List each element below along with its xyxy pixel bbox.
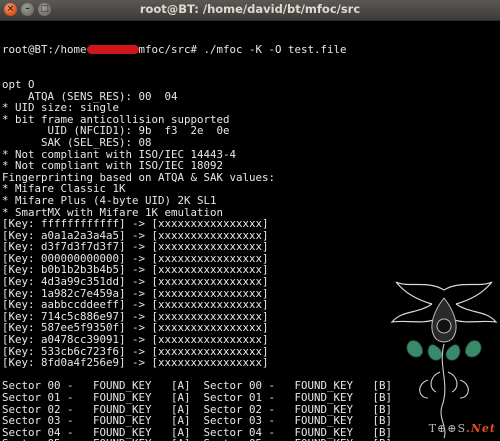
watermark-text: T⊕⊕S — [428, 422, 467, 435]
terminal-line: [Key: ffffffffffff] -> [xxxxxxxxxxxxxxxx… — [2, 217, 269, 231]
terminal-window: × – □ root@BT: /home/david/bt/mfoc/src r… — [0, 0, 500, 441]
terminal-line: * UID size: single — [2, 101, 120, 115]
title-bar[interactable]: × – □ root@BT: /home/david/bt/mfoc/src — [0, 0, 500, 21]
command-prompt-line: root@BT:/home mfoc/src# ./mfoc -K -O test… — [2, 44, 500, 56]
window-title: root@BT: /home/david/bt/mfoc/src — [139, 2, 361, 16]
prompt-prefix: root@BT:/home — [2, 43, 87, 57]
tattoo-decoration-image — [390, 281, 498, 439]
prompt-command: mfoc/src# ./mfoc -K -O test.file — [138, 43, 347, 57]
terminal-line: opt O — [2, 77, 35, 91]
terminal-line: SAK (SEL_RES): 08 — [2, 135, 152, 149]
redaction-mark — [86, 45, 139, 55]
watermark-logo: T⊕⊕S.Net — [429, 422, 496, 435]
terminal-line: * Mifare Plus (4-byte UID) 2K SL1 — [2, 193, 217, 207]
terminal-line: * Not compliant with ISO/IEC 18092 — [2, 159, 224, 173]
watermark-net: .Net — [466, 422, 496, 435]
